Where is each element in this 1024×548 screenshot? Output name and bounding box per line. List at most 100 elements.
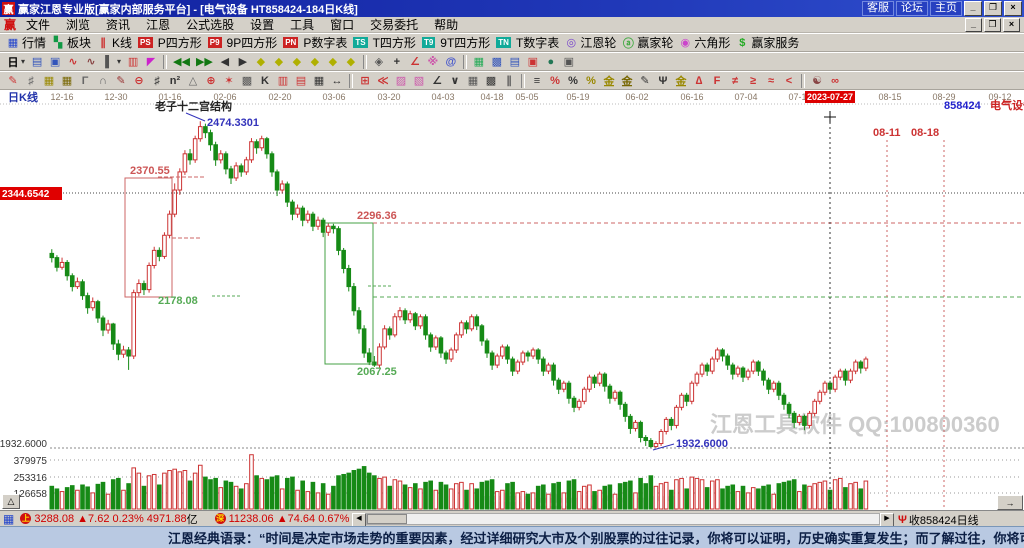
next-bar-button[interactable]: ▶ [234, 53, 252, 70]
pitchfork-button[interactable]: Ψ [654, 72, 672, 89]
arc-tool-button[interactable]: ∩ [94, 72, 112, 89]
winner-service-button[interactable]: $ 赢家服务 [733, 34, 802, 51]
circle-cross-button[interactable]: ⊕ [202, 72, 220, 89]
slope-button[interactable]: < [780, 72, 798, 89]
market-quotes-button[interactable]: ▦ 行情 [4, 34, 49, 51]
expand-y-button[interactable]: ◆ [306, 53, 324, 70]
price-list-button[interactable]: ≡ [528, 72, 546, 89]
zigzag-button[interactable]: ∨ [446, 72, 464, 89]
sector-button[interactable]: ▚ 板块 [49, 34, 94, 51]
ratio-line-button[interactable]: ≠ [726, 72, 744, 89]
quote-table-icon[interactable]: ▦ [3, 512, 14, 526]
angle-tool-button[interactable]: △ [184, 72, 202, 89]
period-selector-button[interactable]: 日 ▾ [4, 53, 28, 70]
calendar-button[interactable]: ▦ [470, 53, 488, 70]
menu-item-工具[interactable]: 工具 [290, 16, 314, 33]
kline-button[interactable]: ∥ K线 [94, 34, 135, 51]
menu-item-浏览[interactable]: 浏览 [66, 16, 90, 33]
menu-item-资讯[interactable]: 资讯 [106, 16, 130, 33]
kline-color-button[interactable]: ▥ [124, 53, 142, 70]
scrollbar-thumb[interactable] [367, 514, 407, 524]
infinity-button[interactable]: ∞ [826, 72, 844, 89]
menu-item-文件[interactable]: 文件 [26, 16, 50, 33]
kline-small-button[interactable]: ∿ [64, 53, 82, 70]
red-grid-button[interactable]: ▤ [292, 72, 310, 89]
winner-wheel-button[interactable]: ⓐ 赢家轮 [619, 34, 676, 51]
titlebar-link-客服[interactable]: 客服 [862, 1, 894, 16]
status-scrollbar[interactable]: ◀ liaoba.yingjia ▶ [352, 513, 894, 527]
shaded2-button[interactable]: ▨ [392, 72, 410, 89]
shaded3-button[interactable]: ▧ [410, 72, 428, 89]
menu-item-窗口[interactable]: 窗口 [330, 16, 354, 33]
polyline-button[interactable]: ∠ [406, 53, 424, 70]
crosshair-button[interactable]: + [388, 53, 406, 70]
cycle-line-button[interactable]: ♯ [22, 72, 40, 89]
grid4-button[interactable]: ▦ [464, 72, 482, 89]
brush-button[interactable]: ✎ [636, 72, 654, 89]
last-screen-button[interactable]: ▶▶ [193, 53, 216, 70]
shenzhen-index-icon[interactable]: 深 [214, 513, 226, 524]
volume-expand-button[interactable]: △ [2, 494, 20, 509]
grid5-button[interactable]: ▩ [482, 72, 500, 89]
golden-section-button[interactable]: 金 [600, 72, 618, 89]
calculator-button[interactable]: ▩ [488, 53, 506, 70]
minimize-button[interactable]: _ [964, 1, 982, 16]
9t-square-button[interactable]: T9 9T四方形 [419, 34, 493, 51]
mdi-close-button[interactable]: × [1003, 17, 1020, 32]
p-square-button[interactable]: PS P四方形 [135, 34, 205, 51]
compress-y-button[interactable]: ◆ [288, 53, 306, 70]
burst-button[interactable]: ✶ [220, 72, 238, 89]
fan-lines-button[interactable]: ≪ [374, 72, 392, 89]
9p-square-button[interactable]: P9 9P四方形 [205, 34, 280, 51]
menu-item-交易委托[interactable]: 交易委托 [370, 16, 418, 33]
web-save-button[interactable]: ● [542, 53, 560, 70]
square-n2-button[interactable]: n² [166, 72, 184, 89]
delta-button[interactable]: ∆ [690, 72, 708, 89]
t-table-button[interactable]: TN T数字表 [493, 34, 562, 51]
parallel-lines-button[interactable]: ∥ [500, 72, 518, 89]
hexagon-button[interactable]: ◉ 六角形 [676, 34, 733, 51]
gann-wheel-button[interactable]: ◎ 江恩轮 [562, 34, 619, 51]
restore-button[interactable]: ❐ [984, 1, 1002, 16]
shanghai-index-icon[interactable]: 上 [20, 513, 32, 524]
k-mark-button[interactable]: K [256, 72, 274, 89]
percent-line-button[interactable]: % [546, 72, 564, 89]
kline-small2-button[interactable]: ∿ [82, 53, 100, 70]
gann-flower-button[interactable]: ※ [424, 53, 442, 70]
compress-x-button[interactable]: ◆ [252, 53, 270, 70]
export-button[interactable]: ▣ [560, 53, 578, 70]
angle-line-button[interactable]: ∠ [428, 72, 446, 89]
color-triangle-button[interactable]: ◤ [142, 53, 160, 70]
pan-hand-button[interactable]: ◈ [370, 53, 388, 70]
scroll-right-icon[interactable]: ▶ [880, 513, 894, 527]
expand-x-button[interactable]: ◆ [270, 53, 288, 70]
gann-grid-button[interactable]: ▦ [40, 72, 58, 89]
spiral-button[interactable]: @ [442, 53, 460, 70]
notebook-button[interactable]: ▤ [506, 53, 524, 70]
scrollbar-track[interactable]: liaoba.yingjia [366, 513, 880, 525]
percent2-button[interactable]: % [564, 72, 582, 89]
prev-bar-button[interactable]: ◀ [216, 53, 234, 70]
taiji-button[interactable]: ☯ [808, 72, 826, 89]
step-line-button[interactable]: ≥ [744, 72, 762, 89]
band-button[interactable]: ≈ [762, 72, 780, 89]
shaded-square-button[interactable]: ▩ [238, 72, 256, 89]
t-square-button[interactable]: TS T四方形 [350, 34, 419, 51]
titlebar-link-主页[interactable]: 主页 [930, 1, 962, 16]
draw-pen-button[interactable]: ✎ [4, 72, 22, 89]
titlebar-link-论坛[interactable]: 论坛 [896, 1, 928, 16]
mdi-minimize-button[interactable]: _ [965, 17, 982, 32]
golden3-button[interactable]: 金 [672, 72, 690, 89]
menu-item-公式选股[interactable]: 公式选股 [186, 16, 234, 33]
full-view-button[interactable]: ◆ [324, 53, 342, 70]
menu-item-设置[interactable]: 设置 [250, 16, 274, 33]
chart-scroll-right-button[interactable]: → [997, 495, 1023, 510]
restore-view-button[interactable]: ◆ [342, 53, 360, 70]
p-table-button[interactable]: PN P数字表 [280, 34, 350, 51]
mdi-restore-button[interactable]: ❐ [984, 17, 1001, 32]
block-grid-button[interactable]: ▦ [310, 72, 328, 89]
gann-grid2-button[interactable]: ▦ [58, 72, 76, 89]
chart-layout-button[interactable]: ▤ [28, 53, 46, 70]
box-plus-button[interactable]: ⊞ [356, 72, 374, 89]
pen2-button[interactable]: ✎ [112, 72, 130, 89]
